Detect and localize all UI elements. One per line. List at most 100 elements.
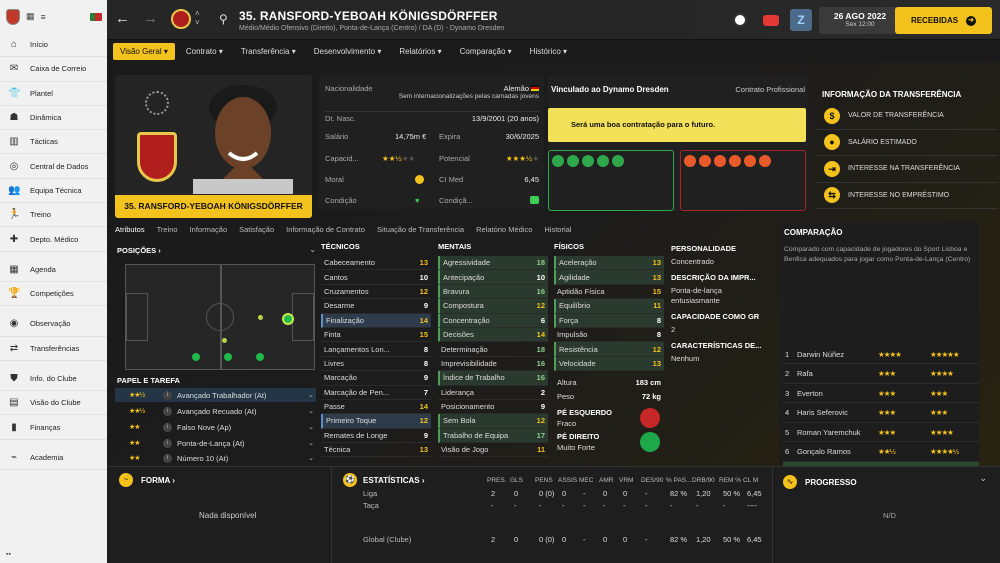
- sidebar-item-data-hub[interactable]: ◎ Central de Dados: [0, 154, 107, 179]
- sidebar-item-mail[interactable]: ✉ Caixa de Correio: [0, 57, 107, 82]
- sidebar-item-inicio[interactable]: ⌂ Início: [0, 33, 107, 58]
- stats-column-header[interactable]: VRM: [619, 477, 633, 484]
- position-dot[interactable]: [258, 315, 263, 320]
- attribute-row[interactable]: Cabeceamento 13: [321, 256, 431, 271]
- sidebar-item-dynamics[interactable]: ☗ Dinâmica: [0, 106, 107, 131]
- sidebar-item-calendar[interactable]: ▦ Agenda: [0, 258, 107, 282]
- tab-history[interactable]: Histórico ▾: [523, 43, 574, 60]
- grid-icon[interactable]: ▦: [26, 11, 35, 22]
- comparison-row[interactable]: 3 Everton ★★★ ★★★: [783, 384, 979, 403]
- info-icon[interactable]: i: [163, 438, 172, 448]
- tab-contract-info[interactable]: Informação de Contrato: [286, 225, 365, 239]
- tab-comparison[interactable]: Comparação ▾: [453, 43, 519, 60]
- dynamo-crest-icon[interactable]: [171, 9, 191, 29]
- stats-column-header[interactable]: GLS: [510, 477, 523, 484]
- attribute-row[interactable]: Agilidade 13: [554, 270, 664, 285]
- info-icon[interactable]: i: [163, 422, 172, 432]
- chevron-down-icon[interactable]: ⌄: [979, 473, 987, 484]
- attribute-row[interactable]: Índice de Trabalho 16: [438, 371, 548, 386]
- loan-interest-row[interactable]: ⇆ INTERESSE NO EMPRÉSTIMO: [816, 183, 998, 209]
- position-dot[interactable]: [224, 353, 232, 361]
- tab-attributes[interactable]: Atributos: [115, 225, 145, 239]
- sidebar-item-tactics[interactable]: ▥ Tácticas: [0, 130, 107, 155]
- comparison-row[interactable]: 2 Rafa ★★★ ★★★★: [783, 365, 979, 384]
- date-display[interactable]: 26 AGO 2022 Sex 12:00: [819, 7, 901, 34]
- stats-column-header[interactable]: CL M: [743, 477, 758, 484]
- chevron-down-icon[interactable]: ⌄: [308, 439, 314, 447]
- sidebar-item-finances[interactable]: ▮ Finanças: [0, 415, 107, 440]
- tab-development[interactable]: Desenvolvimento ▾: [307, 43, 389, 60]
- stats-column-header[interactable]: % PAS...: [666, 477, 692, 484]
- video-icon[interactable]: [763, 15, 779, 26]
- tab-training[interactable]: Treino: [157, 225, 178, 239]
- tab-happiness[interactable]: Satisfação: [239, 225, 274, 239]
- attribute-row[interactable]: Bravura 16: [438, 284, 548, 300]
- tab-medical[interactable]: Relatório Médico: [476, 225, 532, 239]
- salary-row[interactable]: ● SALÁRIO ESTIMADO: [816, 130, 998, 156]
- stats-column-header[interactable]: AMR: [599, 477, 613, 484]
- comparison-row[interactable]: 6 Gonçalo Ramos ★★½ ★★★★½: [783, 443, 979, 462]
- attribute-row[interactable]: Finalização 14: [321, 313, 431, 328]
- attribute-row[interactable]: Resistência 12: [554, 342, 664, 357]
- chevron-down-icon[interactable]: ⌄: [308, 407, 314, 415]
- stats-column-header[interactable]: ASSIS: [558, 477, 577, 484]
- sidebar-item-club-vision[interactable]: ▤ Visão do Clube: [0, 391, 107, 416]
- transfer-interest-row[interactable]: ⇥ INTERESSE NA TRANSFERÊNCIA: [816, 156, 998, 183]
- weaknesses-box[interactable]: [680, 150, 806, 211]
- attribute-row[interactable]: Impulsão 8: [554, 328, 664, 343]
- club-crest-icon[interactable]: [6, 8, 20, 25]
- football-icon[interactable]: [733, 13, 747, 27]
- role-row[interactable]: ★★ i Número 10 (At) ⌄: [115, 452, 316, 464]
- info-icon[interactable]: i: [163, 453, 172, 463]
- attribute-row[interactable]: Passe 14: [321, 400, 431, 415]
- sidebar-item-academy[interactable]: ⌁ Academia: [0, 446, 107, 471]
- chevron-down-icon[interactable]: ⌄: [308, 454, 314, 462]
- stats-title[interactable]: ESTATÍSTICAS ›: [363, 476, 424, 485]
- attribute-row[interactable]: Aptidão Física 15: [554, 285, 664, 300]
- fm-z-icon[interactable]: Z: [790, 9, 812, 31]
- info-icon[interactable]: i: [163, 390, 172, 400]
- role-row[interactable]: ★★ i Ponta-de-Lança (At) ⌄: [115, 436, 316, 450]
- role-row[interactable]: ★★ i Falso Nove (Ap) ⌄: [115, 420, 316, 434]
- sidebar-item-training[interactable]: 🏃 Treino: [0, 203, 107, 228]
- attribute-row[interactable]: Posicionamento 9: [438, 400, 548, 415]
- chevron-down-icon[interactable]: ⌄: [308, 423, 314, 431]
- attribute-row[interactable]: Antecipação 10: [438, 270, 548, 285]
- attribute-row[interactable]: Concentração 6: [438, 313, 548, 328]
- position-dot[interactable]: [256, 353, 264, 361]
- comparison-row[interactable]: 4 Haris Seferovic ★★★ ★★★: [783, 404, 979, 423]
- attribute-row[interactable]: Marcação 9: [321, 371, 431, 386]
- position-dot-selected[interactable]: [282, 313, 294, 325]
- chevron-down-icon[interactable]: ⌄: [309, 245, 316, 254]
- sidebar-item-competitions[interactable]: 🏆 Competições: [0, 282, 107, 307]
- transfer-value-row[interactable]: $ VALOR DE TRANSFERÊNCIA: [816, 103, 998, 130]
- attribute-row[interactable]: Técnica 13: [321, 443, 431, 458]
- role-row[interactable]: ★★½ i Avançado Trabalhador (At) ⌄: [115, 388, 316, 402]
- search-icon[interactable]: ⚲: [219, 12, 228, 26]
- role-row[interactable]: ★★½ i Avançado Recuado (At) ⌄: [115, 404, 316, 418]
- tab-contract[interactable]: Contrato ▾: [179, 43, 230, 60]
- stats-column-header[interactable]: REM %: [719, 477, 741, 484]
- tab-information[interactable]: Informação: [190, 225, 228, 239]
- strengths-box[interactable]: [548, 150, 674, 211]
- tab-overview[interactable]: Visão Geral ▾: [113, 42, 175, 60]
- tab-transfer[interactable]: Transferência ▾: [234, 43, 303, 60]
- stats-column-header[interactable]: DES/90: [641, 477, 663, 484]
- stats-column-header[interactable]: PRES.: [487, 477, 507, 484]
- chevron-down-icon[interactable]: ⌄: [308, 391, 314, 399]
- attribute-row[interactable]: Marcação de Pen... 7: [321, 386, 431, 400]
- comparison-row[interactable]: 1 Darwin Núñez ★★★★ ★★★★★: [783, 345, 979, 364]
- attribute-row[interactable]: Determinação 18: [438, 342, 548, 357]
- attribute-row[interactable]: Cruzamentos 12: [321, 285, 431, 300]
- attribute-row[interactable]: Aceleração 13: [554, 256, 664, 271]
- attribute-row[interactable]: Compostura 12: [438, 299, 548, 314]
- attribute-row[interactable]: Agressividade 18: [438, 256, 548, 271]
- tab-reports[interactable]: Relatórios ▾: [392, 43, 448, 60]
- attribute-row[interactable]: Remates de Longe 9: [321, 429, 431, 444]
- stats-column-header[interactable]: MEC: [579, 477, 593, 484]
- sidebar-item-staff[interactable]: 👥 Equipa Técnica: [0, 179, 107, 204]
- sidebar-item-scouting[interactable]: ◉ Observação: [0, 312, 107, 337]
- attribute-row[interactable]: Primeiro Toque 12: [321, 414, 431, 429]
- forward-arrow-icon[interactable]: →: [143, 10, 158, 27]
- attribute-row[interactable]: Livres 8: [321, 357, 431, 372]
